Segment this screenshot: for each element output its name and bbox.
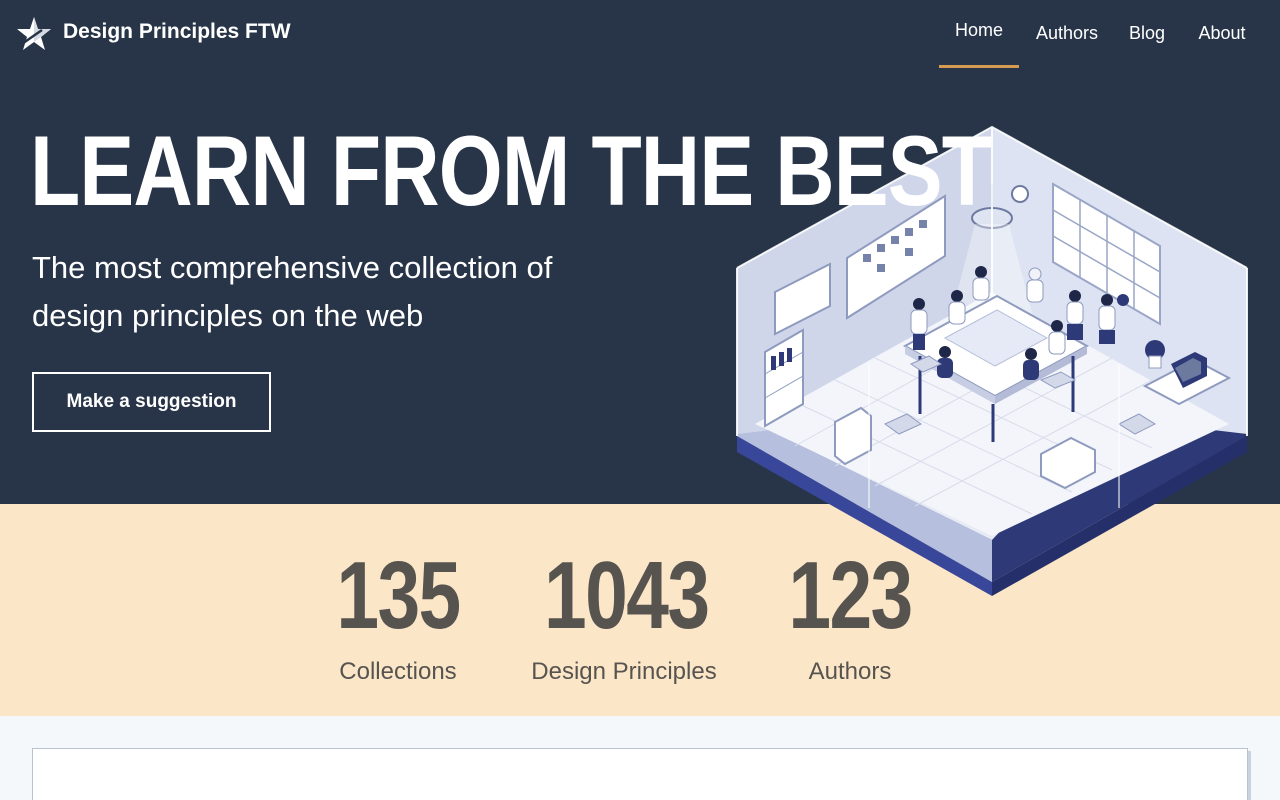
make-suggestion-button[interactable]: Make a suggestion: [32, 372, 271, 432]
stat-collections: 135 Collections: [318, 504, 478, 686]
stat-authors-label: Authors: [808, 658, 892, 685]
hero-subtitle-line-1: The most comprehensive collection of: [32, 250, 553, 285]
nav-authors[interactable]: Authors: [1019, 0, 1115, 68]
nav-about[interactable]: About: [1179, 0, 1265, 68]
stat-design-principles: 1043 Design Principles: [524, 504, 724, 686]
hero-headline: LEARN FROM THE BEST: [30, 115, 992, 226]
site-title: Design Principles FTW: [63, 20, 291, 43]
site-logo[interactable]: Design Principles FTW: [16, 16, 291, 52]
hero-subtitle: The most comprehensive collection of des…: [32, 244, 632, 340]
hero-subtitle-line-2: design principles on the web: [32, 298, 424, 333]
main-nav: Home Authors Blog About: [939, 0, 1265, 68]
stat-design-principles-value: 1043: [544, 542, 710, 649]
stat-collections-value: 135: [336, 542, 461, 649]
content-panel: [32, 748, 1248, 800]
nav-blog[interactable]: Blog: [1115, 0, 1179, 68]
star-icon: [16, 16, 52, 52]
stat-design-principles-label: Design Principles: [531, 658, 717, 685]
nav-home[interactable]: Home: [939, 0, 1019, 68]
stat-collections-label: Collections: [339, 658, 457, 685]
